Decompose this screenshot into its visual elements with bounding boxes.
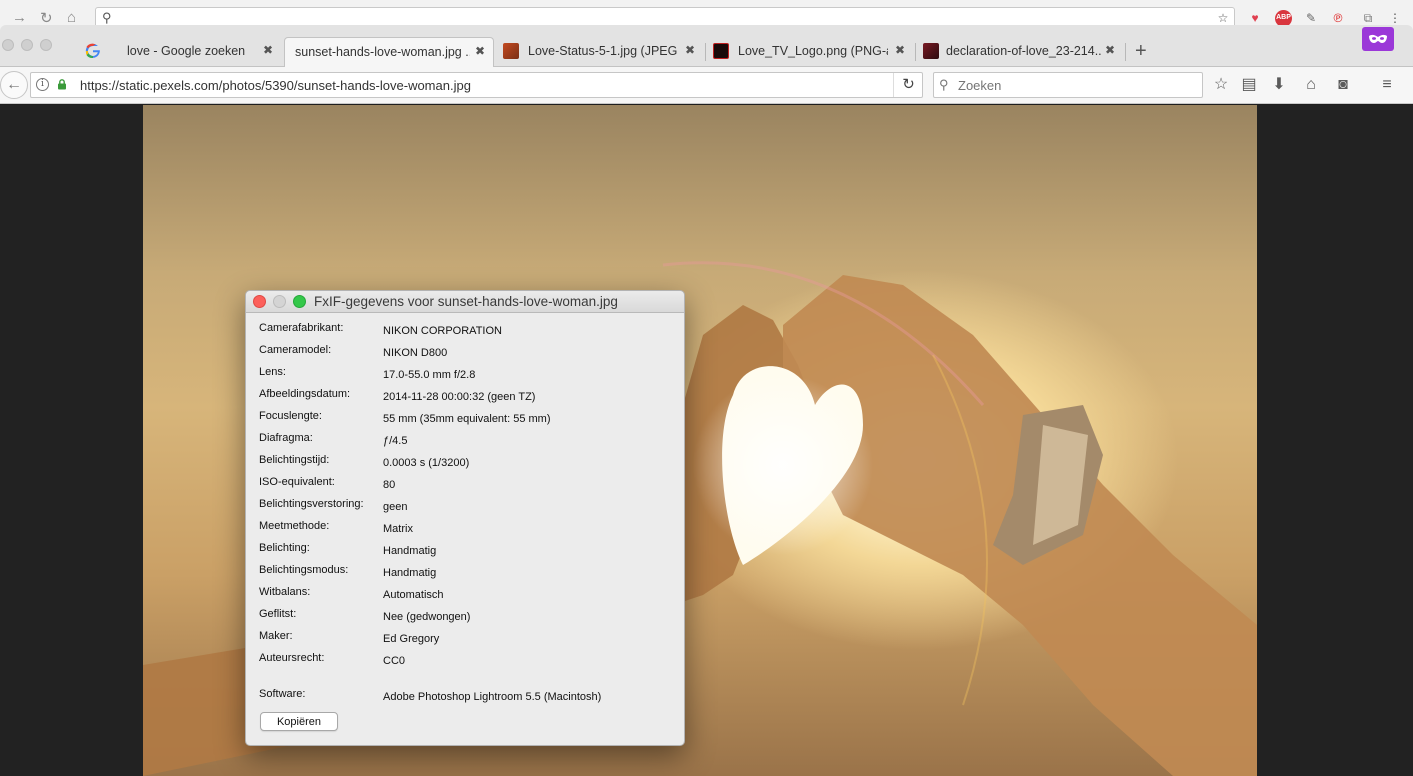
bg-heart-extension-icon[interactable]: ♥: [1247, 10, 1263, 26]
dialog-minimize-dot[interactable]: [273, 295, 286, 308]
window-zoom-dot[interactable]: [40, 39, 52, 51]
content-viewport: [0, 105, 1413, 776]
tab-close-icon[interactable]: ✖: [1105, 43, 1115, 57]
copy-button[interactable]: Kopiëren: [260, 712, 338, 731]
bookmark-star-icon[interactable]: ☆: [1211, 75, 1231, 95]
firefox-window: love - Google zoeken ✖ sunset-hands-love…: [0, 25, 1413, 776]
exif-value-flash: Nee (gedwongen): [383, 611, 471, 623]
reading-list-icon[interactable]: ▤: [1239, 75, 1259, 95]
dialog-close-dot[interactable]: [253, 295, 266, 308]
tab-love-status[interactable]: Love-Status-5-1.jpg (JPEG... ✖: [503, 37, 699, 67]
private-browsing-mask-icon[interactable]: [1362, 27, 1394, 51]
google-g-icon: [85, 43, 100, 59]
dialog-title-bar[interactable]: FxIF-gegevens voor sunset-hands-love-wom…: [246, 291, 684, 313]
exif-label-copyright: Auteursrecht:: [259, 652, 325, 664]
bg-bookmark-star-icon[interactable]: ☆: [1215, 10, 1231, 26]
secure-lock-icon[interactable]: [57, 79, 67, 90]
bg-search-icon: ⚲: [102, 10, 112, 25]
bg-screenshot-extension-icon[interactable]: ⧉: [1360, 10, 1376, 26]
tab-label: love - Google zoeken: [127, 44, 246, 58]
tab-close-icon[interactable]: ✖: [475, 44, 485, 58]
tab-close-icon[interactable]: ✖: [685, 43, 695, 57]
exif-label-exposure-mode: Belichtingsmodus:: [259, 564, 349, 576]
exif-value-software: Adobe Photoshop Lightroom 5.5 (Macintosh…: [383, 691, 602, 703]
exif-label-lens: Lens:: [259, 366, 286, 378]
exif-label-exposure: Belichting:: [259, 542, 310, 554]
exif-label-image-date: Afbeeldingsdatum:: [259, 388, 351, 400]
image-thumb-icon: [923, 43, 939, 59]
tab-bar: love - Google zoeken ✖ sunset-hands-love…: [0, 25, 1413, 67]
exif-value-metering: Matrix: [383, 523, 413, 535]
exif-value-copyright: CC0: [383, 655, 406, 667]
tab-declaration-of-love[interactable]: declaration-of-love_23-214... ✖: [923, 37, 1119, 67]
window-minimize-dot[interactable]: [21, 39, 33, 51]
image-thumb-icon: [503, 43, 519, 59]
exif-label-flash: Geflitst:: [259, 608, 297, 620]
pocket-icon[interactable]: ◙: [1333, 75, 1353, 95]
new-tab-plus-icon[interactable]: +: [1135, 40, 1147, 63]
exif-label-camera-model: Cameramodel:: [259, 344, 332, 356]
exif-label-software: Software:: [259, 688, 306, 700]
tab-separator: [705, 43, 706, 61]
exif-value-exposure: Handmatig: [383, 545, 437, 557]
url-bar[interactable]: i https://static.pexels.com/photos/5390/…: [30, 72, 923, 98]
tab-love-tv-logo[interactable]: Love_TV_Logo.png (PNG-a... ✖: [713, 37, 909, 67]
exif-value-focal-length: 55 mm (35mm equivalent: 55 mm): [383, 413, 551, 425]
exif-value-exposure-time: 0.0003 s (1/3200): [383, 457, 470, 469]
bg-menu-dots-icon[interactable]: ⋮: [1387, 10, 1403, 26]
dialog-title: FxIF-gegevens voor sunset-hands-love-wom…: [314, 294, 618, 309]
bg-home-icon[interactable]: ⌂: [67, 9, 76, 26]
url-text[interactable]: https://static.pexels.com/photos/5390/su…: [80, 78, 471, 93]
reload-icon[interactable]: ↻: [893, 73, 923, 97]
exif-label-focal-length: Focuslengte:: [259, 410, 322, 422]
exif-value-maker: Ed Gregory: [383, 633, 440, 645]
exif-value-exposure-mode: Handmatig: [383, 567, 437, 579]
tab-separator: [1125, 43, 1126, 61]
exif-label-metering: Meetmethode:: [259, 520, 330, 532]
exif-label-camera-make: Camerafabrikant:: [259, 322, 344, 334]
exif-value-exposure-bias: geen: [383, 501, 408, 513]
fxif-exif-dialog: FxIF-gegevens voor sunset-hands-love-wom…: [245, 290, 685, 746]
exif-value-image-date: 2014-11-28 00:00:32 (geen TZ): [383, 391, 536, 403]
tab-close-icon[interactable]: ✖: [895, 43, 905, 57]
tab-label: Love_TV_Logo.png (PNG-a...: [738, 44, 888, 58]
exif-label-maker: Maker:: [259, 630, 293, 642]
tab-sunset-hands[interactable]: sunset-hands-love-woman.jpg ... ✖: [284, 37, 494, 67]
dialog-zoom-dot[interactable]: [293, 295, 306, 308]
tab-close-icon[interactable]: ✖: [263, 43, 273, 57]
bg-eyedropper-extension-icon[interactable]: ✎: [1303, 10, 1319, 26]
exif-value-iso: 80: [383, 479, 396, 491]
tab-label: Love-Status-5-1.jpg (JPEG...: [528, 44, 678, 58]
window-close-dot[interactable]: [2, 39, 14, 51]
exif-label-aperture: Diafragma:: [259, 432, 313, 444]
tab-label: declaration-of-love_23-214...: [946, 44, 1101, 58]
tab-google-search[interactable]: love - Google zoeken ✖: [85, 37, 281, 67]
search-input[interactable]: [958, 76, 1188, 94]
exif-value-lens: 17.0-55.0 mm f/2.8: [383, 369, 476, 381]
exif-label-exposure-time: Belichtingstijd:: [259, 454, 330, 466]
bg-forward-icon[interactable]: →: [12, 9, 27, 26]
bg-pinterest-extension-icon[interactable]: ℗: [1330, 10, 1346, 26]
exif-value-white-balance: Automatisch: [383, 589, 444, 601]
home-icon[interactable]: ⌂: [1301, 75, 1321, 95]
exif-label-iso: ISO-equivalent:: [259, 476, 335, 488]
search-icon: ⚲: [939, 77, 949, 92]
search-bar[interactable]: ⚲: [933, 72, 1203, 98]
exif-value-camera-make: NIKON CORPORATION: [383, 325, 502, 337]
exif-value-aperture: ƒ/4.5: [383, 435, 408, 447]
exif-label-white-balance: Witbalans:: [259, 586, 311, 598]
exif-label-exposure-bias: Belichtingsverstoring:: [259, 498, 364, 510]
hamburger-menu-icon[interactable]: ≡: [1377, 75, 1397, 95]
site-info-icon[interactable]: i: [36, 78, 49, 91]
tab-label: sunset-hands-love-woman.jpg ...: [295, 45, 470, 59]
navigation-toolbar: ← i https://static.pexels.com/photos/539…: [0, 67, 1413, 104]
image-thumb-icon: [713, 43, 729, 59]
exif-value-camera-model: NIKON D800: [383, 347, 448, 359]
back-arrow-icon[interactable]: ←: [0, 71, 28, 99]
tab-separator: [915, 43, 916, 61]
downloads-arrow-icon[interactable]: ⬇: [1269, 75, 1289, 95]
